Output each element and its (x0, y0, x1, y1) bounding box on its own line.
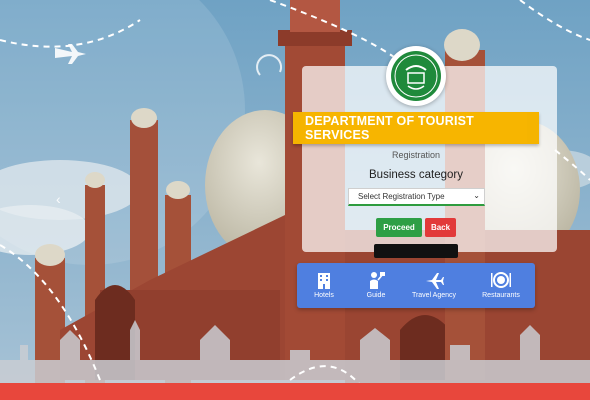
proceed-button[interactable]: Proceed (376, 218, 422, 237)
service-label: Hotels (314, 292, 334, 299)
footer-bar (0, 383, 590, 400)
hotel-icon (318, 273, 330, 289)
registration-type-select[interactable]: Select Registration Type ⌄ (348, 188, 485, 206)
back-button[interactable]: Back (425, 218, 456, 237)
airplane-icon (426, 273, 444, 289)
business-category-label: Business category (369, 169, 463, 181)
dark-divider (374, 244, 458, 258)
service-restaurants[interactable]: Restaurants (476, 270, 526, 299)
service-guide[interactable]: Guide (358, 270, 394, 299)
punjab-emblem-logo (386, 46, 446, 106)
restaurant-icon (491, 272, 511, 288)
carousel-prev-icon[interactable]: ‹ (56, 191, 61, 207)
chevron-down-icon: ⌄ (473, 191, 480, 200)
service-label: Restaurants (482, 292, 520, 299)
service-label: Guide (366, 292, 386, 299)
page-title: DEPARTMENT OF TOURIST SERVICES (305, 113, 527, 143)
service-travel-agency[interactable]: Travel Agency (406, 270, 462, 299)
registration-label: Registration (391, 150, 441, 160)
guide-icon (370, 272, 385, 289)
select-value: Select Registration Type (358, 192, 445, 201)
service-label: Travel Agency (411, 292, 457, 299)
service-hotels[interactable]: Hotels (305, 270, 343, 299)
